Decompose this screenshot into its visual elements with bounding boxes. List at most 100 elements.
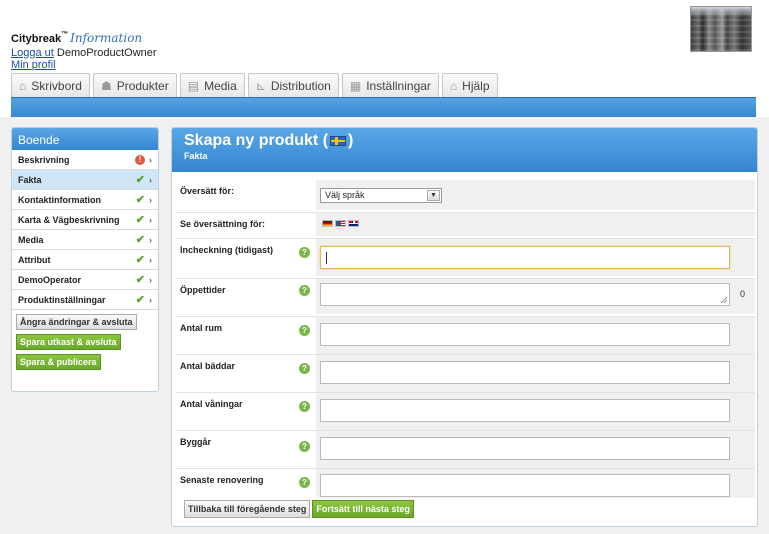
tab-installningar[interactable]: ▦ Inställningar: [341, 73, 439, 97]
sidebar-item-label: Media: [18, 234, 44, 245]
sidebar-item-label: Produktinställningar: [18, 294, 106, 305]
sidebar-item-attribut[interactable]: Attribut ✔ ›: [12, 250, 158, 270]
people-icon: ☗: [100, 78, 112, 93]
sidebar-item-demooperator[interactable]: DemoOperator ✔ ›: [12, 270, 158, 290]
help-icon[interactable]: ?: [299, 477, 310, 488]
sidebar-item-label: Karta & Vägbeskrivning: [18, 214, 120, 225]
sidebar-item-label: Attribut: [18, 254, 51, 265]
brand-script: Information: [70, 31, 143, 45]
step-buttons: Tillbaka till föregående steg Fortsätt t…: [184, 500, 414, 518]
next-step-button[interactable]: Fortsätt till nästa steg: [312, 500, 414, 518]
norway-flag-icon[interactable]: [348, 220, 359, 227]
profile-link[interactable]: Min profil: [11, 59, 56, 71]
floors-input[interactable]: [320, 399, 730, 422]
app-logo: Citybreak™ Information: [11, 31, 142, 45]
field-row-byggar: Byggår ?: [176, 430, 755, 468]
page-title-end: ): [348, 132, 354, 149]
build-year-input[interactable]: [320, 437, 730, 460]
field-label: Senaste renovering: [180, 475, 264, 485]
sidebar: Boende Beskrivning ! › Fakta ✔ › Kontaktin…: [11, 127, 159, 392]
logout-link[interactable]: Logga ut: [11, 47, 54, 59]
chevron-right-icon: ›: [149, 194, 152, 205]
tab-skrivbord[interactable]: ⌂ Skrivbord: [11, 73, 90, 97]
germany-flag-icon[interactable]: [322, 220, 333, 227]
field-label: Byggår: [180, 437, 212, 447]
cancel-changes-button[interactable]: Ångra ändringar & avsluta: [16, 314, 137, 330]
tab-hjalp[interactable]: ⌂ Hjälp: [441, 73, 498, 97]
tab-label: Skrivbord: [31, 78, 82, 93]
sidebar-title: Boende: [12, 128, 158, 150]
field-label: Öppettider: [180, 285, 226, 295]
opening-hours-textarea[interactable]: [320, 283, 730, 306]
tab-label: Distribution: [270, 78, 331, 93]
main-header: Skapa ny produkt () Fakta: [172, 128, 757, 172]
resize-handle-icon[interactable]: [721, 297, 727, 303]
char-counter: 0: [739, 289, 745, 299]
sidebar-item-produktinstallningar[interactable]: Produktinställningar ✔ ›: [12, 290, 158, 310]
checkin-input[interactable]: [320, 246, 730, 269]
help-icon[interactable]: ?: [299, 401, 310, 412]
chevron-right-icon: ›: [149, 234, 152, 245]
tab-distribution[interactable]: ⊾ Distribution: [247, 73, 339, 97]
chevron-right-icon: ›: [149, 214, 152, 225]
beds-input[interactable]: [320, 361, 730, 384]
home-icon: ⌂: [449, 78, 458, 93]
page-content: Boende Beskrivning ! › Fakta ✔ › Kontaktin…: [0, 117, 769, 534]
field-label: Antal bäddar: [180, 361, 236, 371]
tab-produkter[interactable]: ☗ Produkter: [92, 73, 177, 97]
field-row-oppettider: Öppettider ? 0: [176, 278, 755, 314]
sidebar-item-fakta[interactable]: Fakta ✔ ›: [12, 170, 158, 190]
text-caret: [326, 252, 327, 264]
rooms-input[interactable]: [320, 323, 730, 346]
chart-icon: ⊾: [255, 78, 266, 93]
tab-label: Media: [204, 78, 237, 93]
help-icon[interactable]: ?: [299, 285, 310, 296]
check-icon: ✔: [135, 194, 145, 206]
film-icon: ▤: [187, 78, 200, 93]
field-row-incheckning: Incheckning (tidigast) ?: [176, 238, 755, 276]
chevron-right-icon: ›: [149, 294, 152, 305]
renovation-input[interactable]: [320, 474, 730, 497]
warning-icon: !: [135, 154, 145, 165]
sidebar-item-label: Fakta: [18, 174, 42, 185]
save-draft-button[interactable]: Spara utkast & avsluta: [16, 334, 121, 350]
tab-label: Produkter: [116, 78, 169, 93]
sidebar-item-beskrivning[interactable]: Beskrivning ! ›: [12, 150, 158, 170]
help-icon[interactable]: ?: [299, 247, 310, 258]
help-icon[interactable]: ?: [299, 441, 310, 452]
user-line: Logga ut DemoProductOwner: [11, 47, 157, 59]
field-row-senaste-renovering: Senaste renovering ?: [176, 468, 755, 498]
home-icon: ⌂: [19, 78, 27, 93]
language-select-value: Välj språk: [325, 190, 365, 200]
chevron-right-icon: ›: [149, 174, 152, 185]
list-icon: ▦: [349, 78, 362, 93]
help-icon[interactable]: ?: [299, 363, 310, 374]
save-publish-button[interactable]: Spara & publicera: [16, 354, 101, 370]
usa-flag-icon[interactable]: [335, 220, 346, 227]
page-subtitle: Fakta: [184, 151, 208, 161]
field-label: Antal våningar: [180, 399, 243, 409]
sidebar-item-karta[interactable]: Karta & Vägbeskrivning ✔ ›: [12, 210, 158, 230]
sidebar-item-kontaktinformation[interactable]: Kontaktinformation ✔ ›: [12, 190, 158, 210]
sidebar-item-media[interactable]: Media ✔ ›: [12, 230, 158, 250]
field-bg: [316, 213, 755, 236]
see-translation-row: Se översättning för:: [176, 212, 755, 236]
language-select[interactable]: Välj språk ▼: [320, 188, 442, 203]
chevron-right-icon: ›: [149, 254, 152, 265]
sidebar-item-label: Kontaktinformation: [18, 194, 101, 205]
page-title: Skapa ny produkt (): [184, 132, 745, 150]
header-building-image: [690, 6, 752, 52]
check-icon: ✔: [135, 214, 145, 226]
previous-step-button[interactable]: Tillbaka till föregående steg: [184, 500, 311, 518]
translate-row: Översätt för: Välj språk ▼: [176, 180, 755, 210]
see-translation-label: Se översättning för:: [180, 219, 266, 229]
tab-label: Hjälp: [462, 78, 490, 93]
tab-media[interactable]: ▤ Media: [179, 73, 245, 97]
help-icon[interactable]: ?: [299, 325, 310, 336]
sidebar-item-label: DemoOperator: [18, 274, 82, 285]
check-icon: ✔: [135, 234, 145, 246]
field-label: Incheckning (tidigast): [180, 245, 274, 255]
sidebar-item-label: Beskrivning: [18, 154, 70, 165]
check-icon: ✔: [135, 254, 145, 266]
main-panel: Skapa ny produkt () Fakta Översätt för: …: [171, 127, 758, 527]
